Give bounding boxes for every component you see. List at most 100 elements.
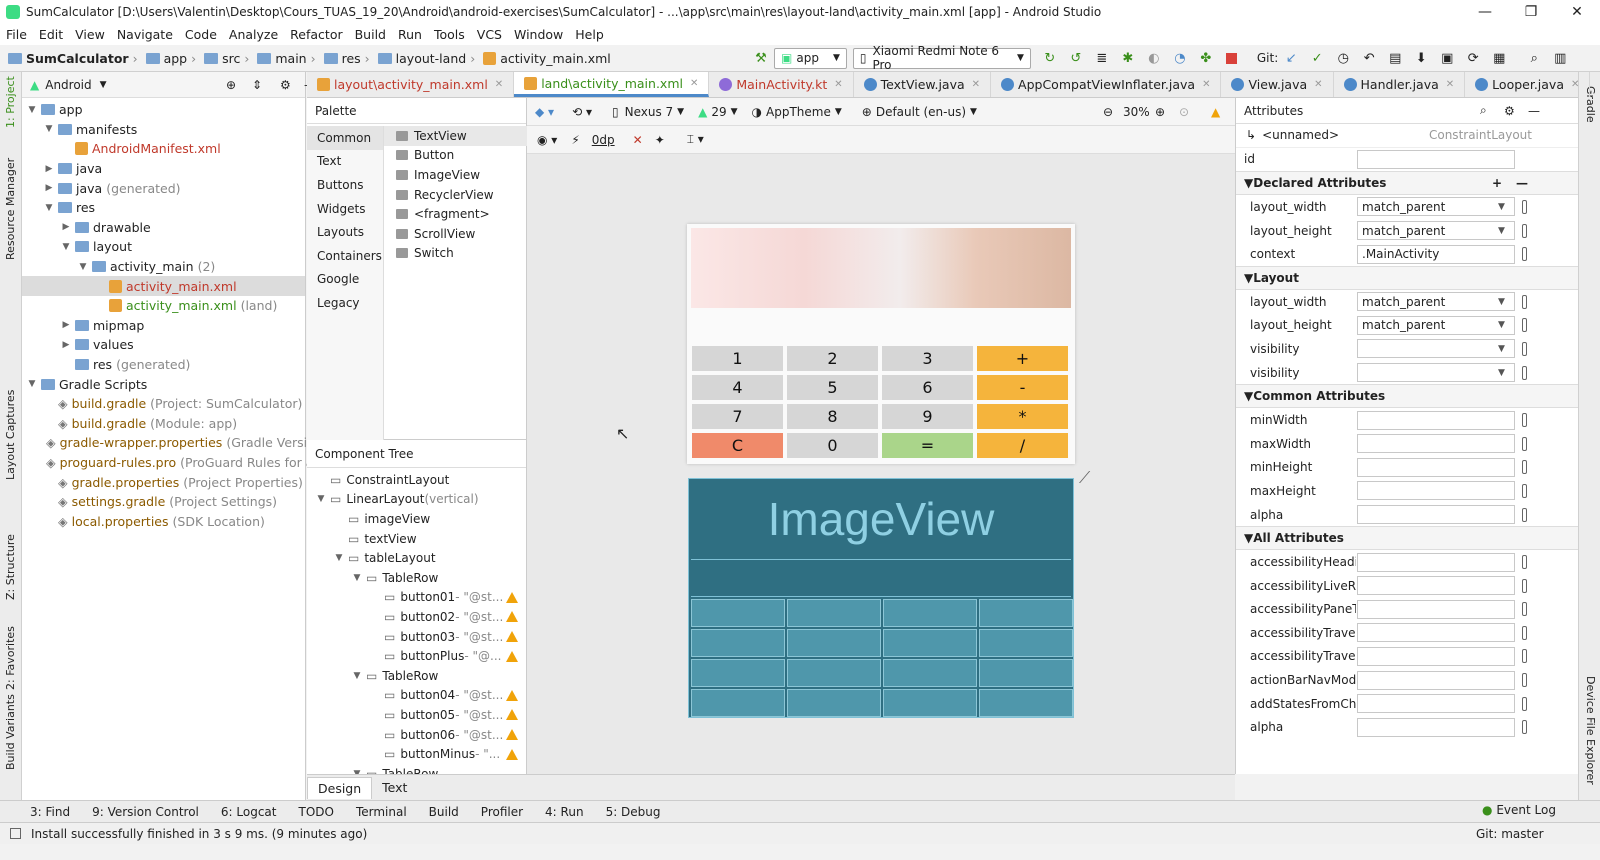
layout-icon[interactable]: ▥ bbox=[1552, 50, 1568, 66]
calc-key[interactable]: C bbox=[692, 433, 783, 458]
menu-vcs[interactable]: VCS bbox=[471, 27, 508, 42]
palette-item[interactable]: <fragment> bbox=[384, 204, 527, 224]
warning-icon[interactable] bbox=[506, 748, 518, 760]
dropdown-icon[interactable]: ▼ bbox=[1498, 344, 1505, 354]
attribute-value[interactable] bbox=[1357, 552, 1515, 572]
calc-key[interactable]: 7 bbox=[692, 404, 783, 429]
editor-tab[interactable]: MainActivity.kt ✕ bbox=[709, 72, 854, 97]
menu-build[interactable]: Build bbox=[349, 27, 392, 42]
theme-selector[interactable]: AppTheme bbox=[766, 105, 831, 119]
close-tab-icon[interactable]: ✕ bbox=[495, 79, 503, 90]
tree-expander-icon[interactable]: ▶ bbox=[43, 164, 55, 174]
attribute-value[interactable] bbox=[1357, 599, 1515, 619]
run-gradle-icon[interactable]: ✤ bbox=[1198, 50, 1214, 66]
attribute-value[interactable] bbox=[1357, 363, 1515, 383]
resource-picker-icon[interactable] bbox=[1522, 318, 1527, 333]
tree-item[interactable]: ◈ local.properties (SDK Location) bbox=[22, 511, 305, 531]
menu-edit[interactable]: Edit bbox=[33, 27, 69, 42]
warning-icon[interactable] bbox=[506, 689, 518, 701]
calc-key[interactable]: / bbox=[977, 433, 1068, 458]
resource-picker-icon[interactable] bbox=[1522, 720, 1527, 735]
event-log[interactable]: ● Event Log bbox=[1482, 803, 1556, 817]
tool-window-6-logcat[interactable]: 6: Logcat bbox=[221, 805, 277, 819]
warning-icon[interactable] bbox=[506, 729, 518, 741]
tree-expander-icon[interactable]: ▼ bbox=[43, 203, 55, 213]
tree-item[interactable]: ▶ values bbox=[22, 335, 305, 355]
resource-picker-icon[interactable] bbox=[1522, 673, 1527, 688]
zoom-out-icon[interactable]: ⊖ bbox=[1103, 105, 1113, 119]
avd-manager-icon[interactable]: ▣ bbox=[1439, 50, 1455, 66]
calc-key[interactable]: 2 bbox=[787, 346, 878, 371]
tree-item[interactable]: res (generated) bbox=[22, 355, 305, 375]
menu-run[interactable]: Run bbox=[392, 27, 428, 42]
attribute-value[interactable] bbox=[1357, 623, 1515, 643]
menu-tools[interactable]: Tools bbox=[428, 27, 471, 42]
tree-expander-icon[interactable]: ▼ bbox=[26, 105, 38, 115]
tool-window-9-version-control[interactable]: 9: Version Control bbox=[92, 805, 199, 819]
tree-expander-icon[interactable]: ▼ bbox=[26, 379, 38, 389]
left-strip-z-structure[interactable]: Z: Structure bbox=[4, 534, 17, 600]
attach-debugger-icon[interactable]: ◐ bbox=[1146, 50, 1162, 66]
search-icon[interactable]: ⌕ bbox=[1526, 50, 1542, 66]
warning-icon[interactable] bbox=[506, 591, 518, 603]
tab-design[interactable]: Design bbox=[307, 776, 373, 799]
resource-picker-icon[interactable] bbox=[1522, 460, 1527, 475]
breadcrumb-item[interactable]: activity_main.xml bbox=[483, 51, 611, 66]
component-tree-item[interactable]: ▭ button02- "@st... bbox=[307, 607, 526, 627]
component-tree-item[interactable]: ▭ button05- "@st... bbox=[307, 705, 526, 725]
attribute-value[interactable] bbox=[1357, 646, 1515, 666]
device-icon[interactable]: ▦ bbox=[1491, 50, 1507, 66]
attribute-value[interactable] bbox=[1357, 339, 1515, 359]
tree-item[interactable]: activity_main.xml bbox=[22, 276, 305, 296]
api-selector[interactable]: 29 bbox=[711, 105, 726, 119]
palette-item[interactable]: TextView bbox=[384, 126, 527, 146]
tool-window-terminal[interactable]: Terminal bbox=[356, 805, 407, 819]
attribute-value[interactable] bbox=[1357, 694, 1515, 714]
component-tree-item[interactable]: ▼ ▭ tableLayout bbox=[307, 548, 526, 568]
common-attributes[interactable]: ▼ Common Attributes bbox=[1236, 384, 1578, 409]
resource-picker-icon[interactable] bbox=[1522, 365, 1527, 380]
project-structure-icon[interactable]: ▤ bbox=[1387, 50, 1403, 66]
tree-item[interactable]: AndroidManifest.xml bbox=[22, 139, 305, 159]
warning-icon[interactable] bbox=[506, 611, 518, 623]
tool-window-3-find[interactable]: 3: Find bbox=[30, 805, 70, 819]
palette-item[interactable]: Switch bbox=[384, 244, 527, 264]
calc-key[interactable]: 5 bbox=[787, 375, 878, 400]
left-strip-build-variants[interactable]: Build Variants bbox=[4, 694, 17, 770]
tree-item[interactable]: ▼ activity_main (2) bbox=[22, 257, 305, 277]
declared-attributes[interactable]: ▼ Declared Attributes + — bbox=[1236, 171, 1578, 196]
palette-category[interactable]: Buttons bbox=[307, 173, 383, 197]
editor-tab[interactable]: AppCompatViewInflater.java ✕ bbox=[991, 72, 1222, 97]
coverage-icon[interactable]: ≣ bbox=[1094, 50, 1110, 66]
left-strip-resource-manager[interactable]: Resource Manager bbox=[4, 158, 17, 260]
locale-selector[interactable]: Default (en-us) bbox=[876, 105, 966, 119]
collapse-icon[interactable]: ▼ bbox=[1244, 389, 1253, 403]
module-selector[interactable]: ▣ app ▼ bbox=[774, 47, 847, 69]
tool-window-5-debug[interactable]: 5: Debug bbox=[606, 805, 661, 819]
calc-key[interactable]: - bbox=[977, 375, 1068, 400]
tree-item[interactable]: ▶ drawable bbox=[22, 218, 305, 238]
tree-expander-icon[interactable]: ▼ bbox=[351, 573, 363, 583]
tool-window-todo[interactable]: TODO bbox=[298, 805, 333, 819]
tool-window-profiler[interactable]: Profiler bbox=[481, 805, 523, 819]
editor-tab[interactable]: Looper.java ✕ bbox=[1465, 72, 1591, 97]
warning-icon[interactable] bbox=[506, 709, 518, 721]
editor-tab[interactable]: TextView.java ✕ bbox=[854, 72, 992, 97]
menu-navigate[interactable]: Navigate bbox=[111, 27, 179, 42]
calc-key[interactable]: = bbox=[882, 433, 973, 458]
chevron-down-icon[interactable]: ▼ bbox=[100, 80, 107, 90]
tree-expander-icon[interactable]: ▶ bbox=[43, 183, 55, 193]
design-device-selector[interactable]: Nexus 7 bbox=[625, 105, 674, 119]
resource-picker-icon[interactable] bbox=[1522, 649, 1527, 664]
calc-key[interactable]: 6 bbox=[882, 375, 973, 400]
tree-expander-icon[interactable]: ▼ bbox=[77, 262, 89, 272]
calc-key[interactable]: 1 bbox=[692, 346, 783, 371]
attribute-value[interactable] bbox=[1357, 670, 1515, 690]
component-tree-item[interactable]: ▭ buttonPlus - "@... bbox=[307, 646, 526, 666]
stop-icon[interactable] bbox=[1224, 50, 1240, 66]
menu-view[interactable]: View bbox=[69, 27, 111, 42]
palette-item[interactable]: ImageView bbox=[384, 165, 527, 185]
palette-category[interactable]: Text bbox=[307, 150, 383, 174]
attribute-value[interactable]: match_parent bbox=[1357, 315, 1515, 335]
close-tab-icon[interactable]: ✕ bbox=[834, 79, 842, 90]
